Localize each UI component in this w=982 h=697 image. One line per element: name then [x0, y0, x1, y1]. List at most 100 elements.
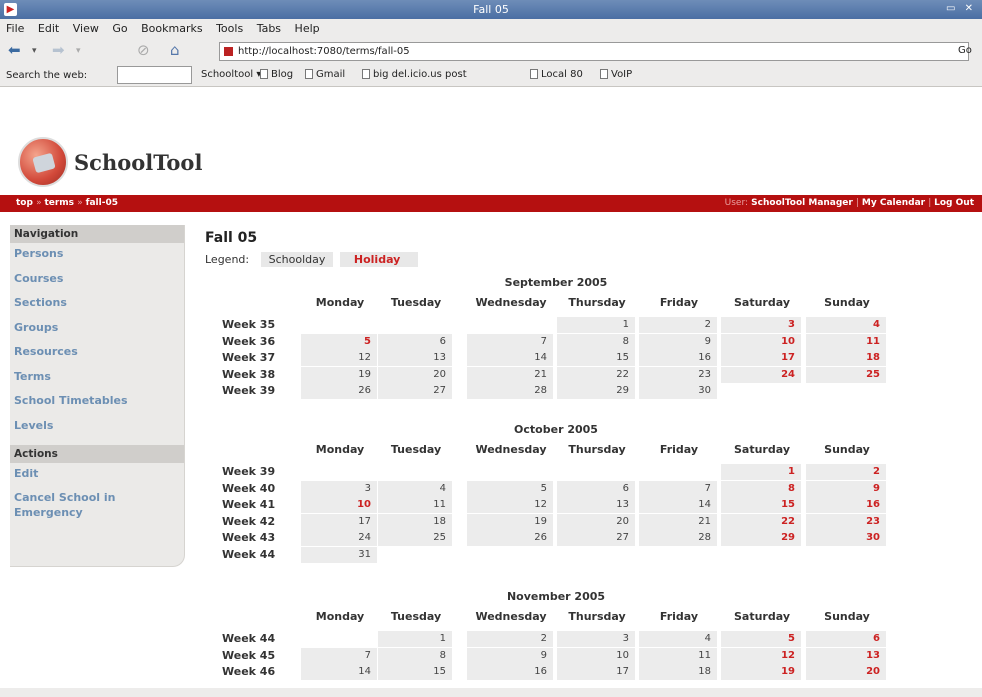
calendar-day-cell[interactable]: 7 [467, 333, 553, 350]
search-web-input[interactable] [117, 66, 192, 84]
bookmark-voip[interactable]: VoIP [600, 69, 632, 80]
back-dropdown-icon[interactable]: ▾ [32, 46, 37, 56]
calendar-day-cell[interactable]: 20 [378, 366, 452, 383]
forward-dropdown-icon[interactable]: ▾ [76, 46, 81, 56]
calendar-day-cell[interactable]: 14 [467, 350, 553, 367]
week-label[interactable]: Week 39 [222, 465, 275, 478]
calendar-day-cell[interactable]: 20 [806, 664, 886, 681]
calendar-day-cell[interactable]: 30 [806, 530, 886, 547]
calendar-day-cell[interactable]: 26 [301, 383, 377, 400]
calendar-day-cell[interactable]: 4 [806, 317, 886, 333]
home-icon[interactable]: ⌂ [170, 41, 180, 59]
window-controls[interactable]: ▭ ✕ [946, 3, 976, 14]
calendar-day-cell[interactable]: 4 [639, 631, 717, 647]
calendar-day-cell[interactable]: 3 [301, 480, 377, 497]
calendar-day-cell[interactable]: 25 [806, 366, 886, 383]
calendar-day-cell[interactable]: 12 [301, 350, 377, 367]
action-edit[interactable]: Edit [10, 463, 184, 488]
calendar-day-cell[interactable]: 21 [467, 366, 553, 383]
sidebar-item-levels[interactable]: Levels [10, 415, 184, 440]
calendar-day-cell[interactable]: 1 [557, 317, 635, 333]
sidebar-item-school-timetables[interactable]: School Timetables [10, 390, 184, 415]
calendar-day-cell[interactable]: 4 [378, 480, 452, 497]
calendar-day-cell[interactable]: 23 [806, 513, 886, 530]
calendar-day-cell[interactable]: 21 [639, 513, 717, 530]
week-label[interactable]: Week 44 [222, 548, 275, 561]
calendar-day-cell[interactable]: 18 [639, 664, 717, 681]
sidebar-item-courses[interactable]: Courses [10, 268, 184, 293]
calendar-day-cell[interactable]: 17 [721, 350, 801, 367]
calendar-day-cell[interactable]: 16 [639, 350, 717, 367]
week-label[interactable]: Week 36 [222, 335, 275, 348]
calendar-day-cell[interactable]: 10 [557, 647, 635, 664]
calendar-day-cell[interactable]: 5 [301, 333, 377, 350]
back-arrow-icon[interactable]: ⬅ [8, 41, 21, 59]
week-label[interactable]: Week 44 [222, 632, 275, 645]
calendar-day-cell[interactable]: 25 [378, 530, 452, 547]
calendar-day-cell[interactable]: 12 [467, 497, 553, 514]
user-name-link[interactable]: SchoolTool Manager [751, 198, 853, 208]
calendar-day-cell[interactable]: 2 [467, 631, 553, 647]
week-label[interactable]: Week 46 [222, 665, 275, 678]
calendar-day-cell[interactable]: 29 [557, 383, 635, 400]
week-label[interactable]: Week 39 [222, 384, 275, 397]
week-label[interactable]: Week 38 [222, 368, 275, 381]
calendar-day-cell[interactable]: 16 [467, 664, 553, 681]
calendar-day-cell[interactable]: 9 [806, 480, 886, 497]
calendar-day-cell[interactable]: 30 [639, 383, 717, 400]
calendar-day-cell[interactable]: 19 [301, 366, 377, 383]
calendar-day-cell[interactable]: 23 [639, 366, 717, 383]
calendar-day-cell[interactable]: 3 [721, 317, 801, 333]
calendar-day-cell[interactable]: 1 [378, 631, 452, 647]
calendar-day-cell[interactable]: 12 [721, 647, 801, 664]
calendar-day-cell[interactable]: 29 [721, 530, 801, 547]
calendar-day-cell[interactable]: 9 [639, 333, 717, 350]
calendar-day-cell[interactable]: 28 [467, 383, 553, 400]
week-label[interactable]: Week 40 [222, 482, 275, 495]
sidebar-item-resources[interactable]: Resources [10, 341, 184, 366]
calendar-day-cell[interactable]: 22 [557, 366, 635, 383]
calendar-day-cell[interactable]: 1 [721, 464, 801, 480]
calendar-day-cell[interactable]: 17 [557, 664, 635, 681]
sidebar-item-sections[interactable]: Sections [10, 292, 184, 317]
calendar-day-cell[interactable]: 8 [378, 647, 452, 664]
calendar-day-cell[interactable]: 24 [721, 366, 801, 383]
sidebar-item-persons[interactable]: Persons [10, 243, 184, 268]
calendar-day-cell[interactable]: 13 [557, 497, 635, 514]
calendar-day-cell[interactable]: 6 [806, 631, 886, 647]
calendar-day-cell[interactable]: 15 [721, 497, 801, 514]
logout-link[interactable]: Log Out [934, 198, 974, 208]
menu-bookmarks[interactable]: Bookmarks [135, 19, 206, 35]
calendar-day-cell[interactable]: 28 [639, 530, 717, 547]
calendar-day-cell[interactable]: 8 [721, 480, 801, 497]
calendar-day-cell[interactable]: 18 [806, 350, 886, 367]
sidebar-item-groups[interactable]: Groups [10, 317, 184, 342]
calendar-day-cell[interactable]: 22 [721, 513, 801, 530]
menu-edit[interactable]: Edit [32, 19, 63, 35]
calendar-day-cell[interactable]: 16 [806, 497, 886, 514]
calendar-day-cell[interactable]: 8 [557, 333, 635, 350]
calendar-day-cell[interactable]: 11 [806, 333, 886, 350]
calendar-day-cell[interactable]: 7 [301, 647, 377, 664]
calendar-day-cell[interactable]: 31 [301, 547, 377, 563]
calendar-day-cell[interactable]: 5 [721, 631, 801, 647]
week-label[interactable]: Week 42 [222, 515, 275, 528]
bookmark-blog[interactable]: Blog [260, 69, 293, 80]
calendar-day-cell[interactable]: 19 [721, 664, 801, 681]
forward-arrow-icon[interactable]: ➡ [52, 41, 65, 59]
menu-go[interactable]: Go [106, 19, 131, 35]
menu-view[interactable]: View [67, 19, 103, 35]
breadcrumb-fall-05[interactable]: fall-05 [86, 198, 118, 208]
calendar-day-cell[interactable]: 7 [639, 480, 717, 497]
url-bar[interactable]: http://localhost:7080/terms/fall-05 [219, 42, 969, 61]
calendar-day-cell[interactable]: 27 [557, 530, 635, 547]
calendar-day-cell[interactable]: 15 [378, 664, 452, 681]
calendar-day-cell[interactable]: 13 [806, 647, 886, 664]
stop-icon[interactable]: ⊘ [137, 41, 150, 59]
week-label[interactable]: Week 41 [222, 498, 275, 511]
calendar-day-cell[interactable]: 20 [557, 513, 635, 530]
calendar-day-cell[interactable]: 6 [378, 333, 452, 350]
week-label[interactable]: Week 45 [222, 649, 275, 662]
calendar-day-cell[interactable]: 10 [721, 333, 801, 350]
calendar-day-cell[interactable]: 10 [301, 497, 377, 514]
